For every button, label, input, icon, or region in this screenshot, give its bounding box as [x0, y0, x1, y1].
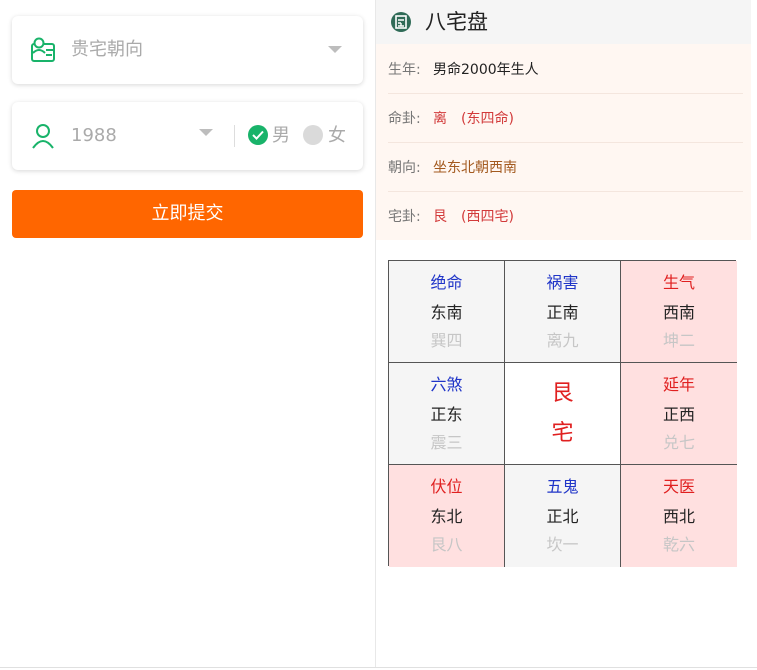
star-label: 伏位	[430, 477, 463, 496]
life-gua-value: 离	[433, 111, 447, 127]
grid-cell-north: 五鬼 正北 坎一	[505, 465, 621, 567]
check-icon	[252, 130, 264, 140]
direction-label: 正南	[546, 303, 579, 322]
star-label: 天医	[662, 477, 695, 496]
chevron-down-icon[interactable]	[199, 129, 213, 136]
star-label: 五鬼	[546, 477, 579, 496]
gender-male-radio[interactable]	[248, 125, 268, 145]
bottom-divider	[0, 667, 757, 668]
house-gua-group: (西四宅)	[461, 209, 514, 225]
info-row-orientation: 朝向: 坐东北朝西南	[388, 142, 743, 192]
birth-year-value[interactable]: 1988	[71, 123, 117, 149]
direction-label: 西北	[662, 507, 695, 526]
grid-cell-south: 祸害 正南 离九	[505, 261, 621, 363]
input-panel: 贵宅朝向 1988 男 女 立即提交	[0, 0, 375, 668]
info-panel: 生年: 男命2000年生人 命卦: 离 (东四命) 朝向: 坐东北朝西南 宅卦: …	[376, 44, 751, 240]
trigram-label: 离九	[546, 331, 579, 350]
direction-label: 正东	[430, 405, 463, 424]
life-gua-group: (东四命)	[461, 111, 514, 127]
gender-female-label[interactable]: 女	[328, 123, 346, 149]
grid-cell-southwest: 生气 西南 坤二	[621, 261, 737, 363]
result-panel: 八宅盘 生年: 男命2000年生人 命卦: 离 (东四命) 朝向: 坐东北朝西南 …	[376, 0, 757, 668]
info-row-birth-year: 生年: 男命2000年生人	[388, 44, 743, 94]
info-label: 命卦:	[388, 111, 421, 127]
info-row-life-gua: 命卦: 离 (东四命)	[388, 93, 743, 143]
grid-cell-northeast: 伏位 东北 艮八	[389, 465, 505, 567]
star-label: 六煞	[430, 375, 463, 394]
info-label: 宅卦:	[388, 209, 421, 225]
star-label: 生气	[662, 273, 695, 292]
page-title: 八宅盘	[425, 10, 488, 34]
house-direction-select[interactable]: 贵宅朝向	[12, 16, 363, 84]
star-label: 绝命	[430, 273, 463, 292]
house-direction-placeholder: 贵宅朝向	[71, 39, 143, 60]
grid-cell-west: 延年 正西 兑七	[621, 363, 737, 465]
direction-label: 正北	[546, 507, 579, 526]
trigram-label: 坤二	[662, 331, 695, 350]
divider	[234, 125, 235, 147]
info-label: 生年:	[388, 62, 421, 78]
trigram-label: 兑七	[662, 433, 695, 452]
chevron-down-icon	[328, 46, 342, 53]
house-gua-value: 艮	[433, 209, 447, 225]
birth-gender-row: 1988 男 女	[12, 102, 363, 170]
center-gua-label: 艮	[551, 381, 574, 406]
gender-female-radio[interactable]	[303, 125, 323, 145]
info-value: 艮 (西四宅)	[433, 206, 514, 226]
grid-cell-east: 六煞 正东 震三	[389, 363, 505, 465]
info-value: 坐东北朝西南	[433, 160, 517, 176]
grid-cell-southeast: 绝命 东南 巽四	[389, 261, 505, 363]
center-house-label: 宅	[551, 421, 574, 446]
trigram-label: 艮八	[430, 535, 463, 554]
house-person-icon	[31, 37, 55, 62]
direction-label: 西南	[662, 303, 695, 322]
star-label: 祸害	[546, 273, 579, 292]
bazhai-grid: 绝命 东南 巽四 祸害 正南 离九 生气 西南 坤二 六煞 正东 震三 艮 宅 …	[388, 260, 737, 567]
grid-cell-center: 艮 宅	[505, 363, 621, 465]
trigram-label: 巽四	[430, 331, 463, 350]
trigram-label: 坎一	[546, 535, 579, 554]
gender-male-label[interactable]: 男	[272, 123, 290, 149]
direction-label: 东南	[430, 303, 463, 322]
info-value: 离 (东四命)	[433, 108, 514, 128]
submit-button[interactable]: 立即提交	[12, 190, 363, 238]
user-icon	[32, 124, 54, 149]
result-header: 八宅盘	[376, 0, 751, 44]
direction-label: 正西	[662, 405, 695, 424]
star-label: 延年	[662, 375, 695, 394]
bagua-logo-icon	[391, 12, 411, 32]
grid-cell-northwest: 天医 西北 乾六	[621, 465, 737, 567]
trigram-label: 乾六	[662, 535, 695, 554]
info-row-house-gua: 宅卦: 艮 (西四宅)	[388, 191, 743, 240]
direction-label: 东北	[430, 507, 463, 526]
trigram-label: 震三	[430, 433, 463, 452]
info-label: 朝向:	[388, 160, 421, 176]
info-value: 男命2000年生人	[433, 62, 539, 78]
